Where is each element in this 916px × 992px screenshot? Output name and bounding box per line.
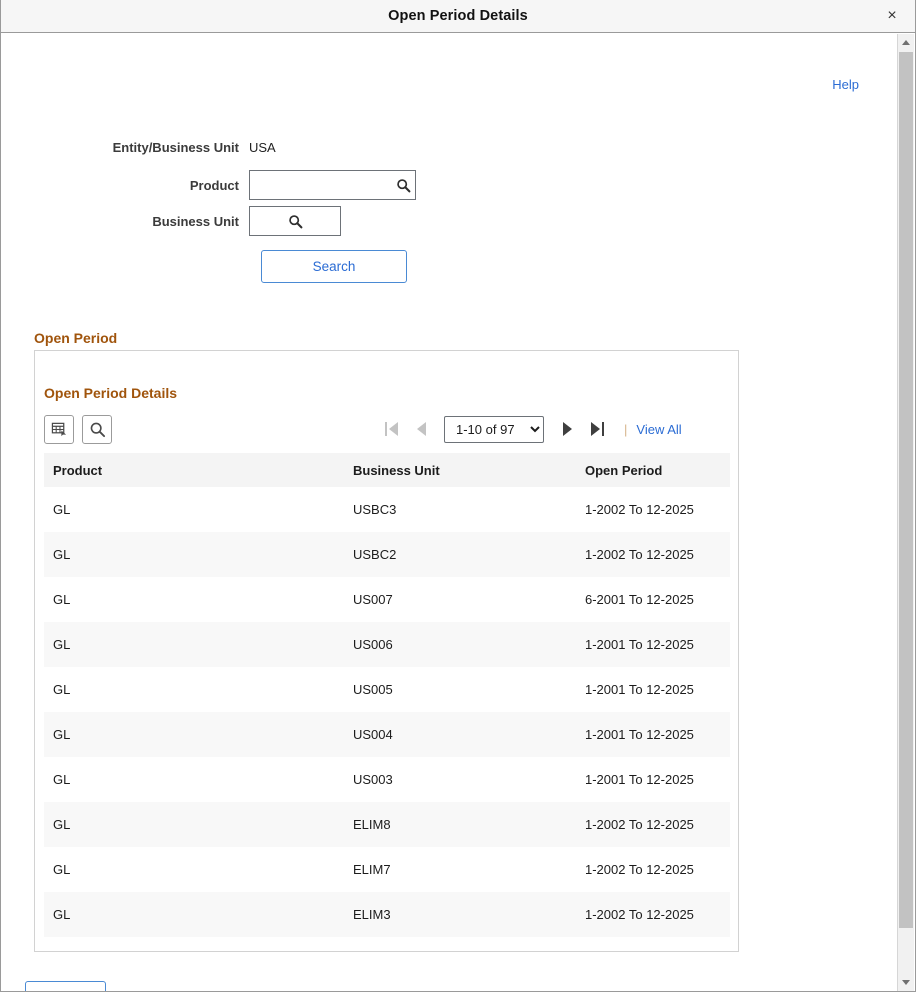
cell-product: GL <box>44 892 344 937</box>
cell-open-period: 1-2002 To 12-2025 <box>576 892 730 937</box>
cell-business-unit: US005 <box>344 667 576 712</box>
open-period-details-grid-title: Open Period Details <box>44 385 178 401</box>
column-header-business-unit[interactable]: Business Unit <box>344 453 576 487</box>
cell-product: GL <box>44 847 344 892</box>
cell-product: GL <box>44 667 344 712</box>
cell-business-unit: US006 <box>344 622 576 667</box>
business-unit-input[interactable] <box>254 208 288 234</box>
page-title: Open Period Details <box>388 8 528 24</box>
table-row: GL USBC3 1-2002 To 12-2025 <box>44 487 730 532</box>
cell-business-unit: US003 <box>344 757 576 802</box>
chevron-right-icon <box>590 422 600 436</box>
column-header-product[interactable]: Product <box>44 453 344 487</box>
cell-business-unit: USBC2 <box>344 532 576 577</box>
open-period-details-modal: Open Period Details × Help Entity/Busine… <box>0 0 916 992</box>
table-body: GL USBC3 1-2002 To 12-2025 GL USBC2 1-20… <box>44 487 730 937</box>
grid-pager: 1-10 of 97 | View All <box>376 413 682 445</box>
pager-separator: | <box>624 421 628 437</box>
product-input[interactable] <box>254 172 396 198</box>
cell-product: GL <box>44 487 344 532</box>
pager-first-bar <box>384 422 387 436</box>
cell-open-period: 1-2002 To 12-2025 <box>576 847 730 892</box>
table-head: Product Business Unit Open Period <box>44 453 730 487</box>
cell-business-unit: ELIM3 <box>344 892 576 937</box>
search-button-row: Search <box>1 250 861 283</box>
table-row: GL US007 6-2001 To 12-2025 <box>44 577 730 622</box>
view-all-link[interactable]: View All <box>636 422 681 437</box>
cell-business-unit: ELIM7 <box>344 847 576 892</box>
product-lookup-field[interactable] <box>249 170 416 200</box>
cell-business-unit: US007 <box>344 577 576 622</box>
business-unit-label: Business Unit <box>152 213 239 229</box>
cell-open-period: 1-2002 To 12-2025 <box>576 487 730 532</box>
pager-last-button[interactable] <box>582 416 612 442</box>
chevron-left-icon <box>416 422 426 436</box>
table-row: GL US004 1-2001 To 12-2025 <box>44 712 730 757</box>
cell-open-period: 6-2001 To 12-2025 <box>576 577 730 622</box>
business-unit-row: Business Unit <box>1 206 861 236</box>
pager-last-bar <box>601 422 604 436</box>
table-row: GL US006 1-2001 To 12-2025 <box>44 622 730 667</box>
column-header-open-period[interactable]: Open Period <box>576 453 730 487</box>
cell-open-period: 1-2001 To 12-2025 <box>576 757 730 802</box>
cell-open-period: 1-2002 To 12-2025 <box>576 802 730 847</box>
cell-open-period: 1-2001 To 12-2025 <box>576 622 730 667</box>
scrollbar-thumb[interactable] <box>899 52 913 928</box>
table-header-row: Product Business Unit Open Period <box>44 453 730 487</box>
cell-product: GL <box>44 712 344 757</box>
help-link[interactable]: Help <box>832 77 859 92</box>
search-criteria-form: Entity/Business Unit USA Product Busines… <box>1 136 861 283</box>
entity-business-unit-row: Entity/Business Unit USA <box>1 136 861 158</box>
search-button[interactable]: Search <box>261 250 407 283</box>
vertical-scrollbar[interactable] <box>897 34 914 991</box>
pager-next-button[interactable] <box>552 416 582 442</box>
scroll-down-icon[interactable] <box>898 974 914 991</box>
cell-open-period: 1-2001 To 12-2025 <box>576 667 730 712</box>
cell-product: GL <box>44 622 344 667</box>
cell-open-period: 1-2002 To 12-2025 <box>576 532 730 577</box>
pager-range-select[interactable]: 1-10 of 97 <box>444 415 544 443</box>
open-period-details-table: Product Business Unit Open Period GL USB… <box>44 453 730 937</box>
product-row: Product <box>1 170 861 200</box>
cell-business-unit: USBC3 <box>344 487 576 532</box>
grid-find-icon[interactable] <box>82 414 112 444</box>
cell-product: GL <box>44 532 344 577</box>
magnifier-icon[interactable] <box>288 214 303 229</box>
product-label: Product <box>189 177 239 193</box>
business-unit-lookup-field[interactable] <box>249 206 341 236</box>
pager-first-button[interactable] <box>376 416 406 442</box>
cell-product: GL <box>44 757 344 802</box>
grid-personalize-icon[interactable] <box>44 414 74 444</box>
scroll-up-icon[interactable] <box>898 34 914 51</box>
table-row: GL USBC2 1-2002 To 12-2025 <box>44 532 730 577</box>
modal-content: Help Entity/Business Unit USA Product Bu… <box>1 33 898 991</box>
cell-open-period: 1-2001 To 12-2025 <box>576 712 730 757</box>
pager-previous-button[interactable] <box>406 416 436 442</box>
chevron-right-icon <box>562 422 572 436</box>
grid-toolbar: 1-10 of 97 | View All <box>44 413 738 445</box>
cell-product: GL <box>44 577 344 622</box>
table-row: GL ELIM3 1-2002 To 12-2025 <box>44 892 730 937</box>
magnifier-icon[interactable] <box>396 178 411 193</box>
cell-product: GL <box>44 802 344 847</box>
entity-business-unit-value: USA <box>249 139 276 155</box>
table-row: GL US005 1-2001 To 12-2025 <box>44 667 730 712</box>
table-row: GL US003 1-2001 To 12-2025 <box>44 757 730 802</box>
table-row: GL ELIM8 1-2002 To 12-2025 <box>44 802 730 847</box>
cell-business-unit: US004 <box>344 712 576 757</box>
close-icon[interactable]: × <box>869 0 915 32</box>
cell-business-unit: ELIM8 <box>344 802 576 847</box>
chevron-left-icon <box>388 422 398 436</box>
entity-business-unit-label: Entity/Business Unit <box>112 139 239 155</box>
open-period-group-title: Open Period <box>34 330 118 346</box>
return-button[interactable]: Return <box>25 981 106 991</box>
table-row: GL ELIM7 1-2002 To 12-2025 <box>44 847 730 892</box>
open-period-group-box: Open Period Details 1-10 of 97 | View Al… <box>34 350 739 952</box>
modal-title-bar: Open Period Details × <box>1 0 915 33</box>
